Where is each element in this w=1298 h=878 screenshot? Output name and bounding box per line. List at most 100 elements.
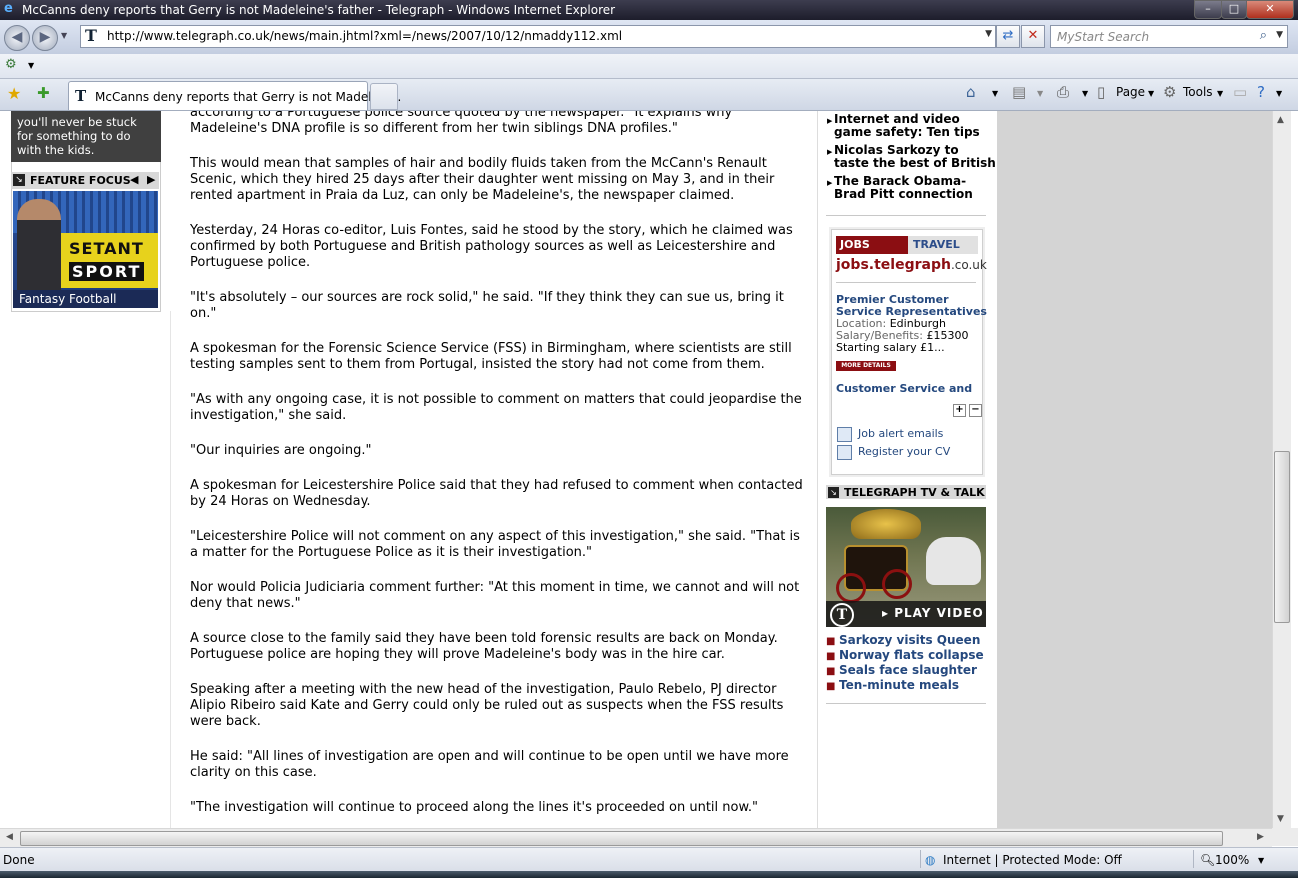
bullet-icon: ▶ bbox=[827, 117, 833, 125]
expand-button[interactable]: + bbox=[953, 404, 966, 417]
feeds-dropdown-icon[interactable]: ▼ bbox=[1037, 89, 1043, 98]
history-dropdown-icon[interactable]: ▼ bbox=[61, 31, 67, 40]
zoom-level[interactable]: 100% bbox=[1215, 853, 1249, 867]
security-zone[interactable]: Internet | Protected Mode: Off bbox=[943, 853, 1122, 867]
video-link-label[interactable]: Norway flats collapse bbox=[839, 648, 984, 662]
search-input[interactable]: MyStart Search bbox=[1057, 30, 1149, 44]
addon-dropdown-icon[interactable]: ▼ bbox=[28, 61, 34, 70]
article-paragraph: He said: "All lines of investigation are… bbox=[190, 749, 789, 780]
jobs-widget: JOBS TRAVEL jobs.telegraph.co.uk Premier… bbox=[831, 229, 987, 475]
horizontal-scroll-thumb[interactable] bbox=[20, 831, 1223, 846]
tools-menu[interactable]: Tools bbox=[1183, 85, 1213, 99]
column-divider bbox=[170, 311, 171, 828]
scroll-down-icon[interactable]: ▼ bbox=[1277, 814, 1284, 824]
status-bar: Done ◍ Internet | Protected Mode: Off 🔍︎… bbox=[0, 847, 1298, 872]
tab-active[interactable]: T McCanns deny reports that Gerry is not… bbox=[68, 81, 401, 110]
back-button[interactable]: ◀ bbox=[4, 25, 30, 51]
video-link-label[interactable]: Ten-minute meals bbox=[839, 678, 959, 692]
headline-line[interactable]: game safety: Ten tips bbox=[834, 126, 980, 139]
bullet-icon: ▶ bbox=[827, 179, 833, 187]
brand-text-2: SPORT bbox=[69, 262, 145, 281]
video-link-label[interactable]: Sarkozy visits Queen bbox=[839, 633, 980, 647]
telegraph-tv-header: ↘ TELEGRAPH TV & TALK bbox=[826, 485, 986, 499]
help-icon[interactable]: ? bbox=[1257, 83, 1265, 101]
feeds-icon[interactable]: ▤ bbox=[1012, 83, 1026, 101]
play-video-button[interactable]: ▸ PLAY VIDEO bbox=[882, 606, 984, 620]
headline-line[interactable]: Brad Pitt connection bbox=[834, 188, 973, 201]
print-icon[interactable]: ⎙ bbox=[1057, 83, 1069, 101]
article-paragraph: A spokesman for the Forensic Science Ser… bbox=[190, 341, 792, 372]
links-bar: ⚙ ▼ bbox=[0, 54, 1298, 79]
add-favorites-icon[interactable]: ✚ bbox=[37, 84, 50, 102]
tab-jobs-label[interactable]: JOBS bbox=[836, 238, 870, 251]
stop-button[interactable]: ✕ bbox=[1021, 25, 1045, 48]
job-alert-link[interactable]: Job alert emails bbox=[858, 427, 943, 440]
feature-focus-title: FEATURE FOCUS bbox=[30, 174, 131, 187]
crown-shape bbox=[851, 509, 921, 539]
promo-line: with the kids. bbox=[17, 143, 95, 157]
scroll-up-icon[interactable]: ▲ bbox=[1277, 115, 1284, 125]
feeds-addon-icon[interactable]: ⚙ bbox=[5, 57, 17, 72]
tab-travel-label[interactable]: TRAVEL bbox=[908, 238, 960, 251]
new-tab-button[interactable] bbox=[370, 83, 398, 110]
close-window-button[interactable]: ✕ bbox=[1246, 0, 1294, 19]
headline-link[interactable]: ▶ Nicolas Sarkozy to taste the best of B… bbox=[826, 144, 996, 172]
search-box[interactable]: MyStart Search ⌕ ▼ bbox=[1050, 25, 1288, 48]
page-icon[interactable]: ▯ bbox=[1097, 83, 1105, 101]
video-camera-icon: ■ bbox=[826, 636, 836, 647]
horizontal-scrollbar[interactable]: ◀ ▶ bbox=[0, 828, 1272, 847]
feature-caption[interactable]: Fantasy Football bbox=[19, 290, 117, 308]
feature-focus-header: ↘ FEATURE FOCUS ◀ ▶ bbox=[11, 172, 159, 189]
scroll-left-icon[interactable]: ◀ bbox=[6, 832, 13, 842]
tab-travel[interactable]: TRAVEL bbox=[908, 236, 978, 254]
forward-button[interactable]: ▶ bbox=[32, 25, 58, 51]
document-icon bbox=[837, 445, 852, 460]
fantasy-football-image[interactable]: SETANT SPORT Fantasy Football bbox=[13, 191, 158, 308]
video-link-label[interactable]: Seals face slaughter bbox=[839, 663, 977, 677]
headline-line[interactable]: taste the best of British bbox=[834, 157, 996, 170]
wheel-shape bbox=[882, 569, 912, 599]
maximize-button[interactable]: □ bbox=[1221, 0, 1247, 19]
headline-link[interactable]: ▶ The Barack Obama- Brad Pitt connection bbox=[826, 175, 988, 203]
promo-line: you'll never be stuck bbox=[17, 115, 137, 129]
favorites-star-icon[interactable]: ★ bbox=[7, 84, 21, 103]
jobs-logo[interactable]: jobs.telegraph.co.uk bbox=[836, 257, 987, 273]
tab-jobs[interactable]: JOBS bbox=[836, 236, 908, 254]
video-thumbnail[interactable]: T ▸ PLAY VIDEO bbox=[826, 507, 986, 627]
scroll-right-icon[interactable]: ▶ bbox=[1257, 832, 1264, 842]
section-arrow-icon: ↘ bbox=[13, 174, 25, 186]
help-dropdown-icon[interactable]: ▼ bbox=[1276, 89, 1282, 98]
page-margin bbox=[997, 111, 1272, 828]
taskbar bbox=[0, 871, 1298, 878]
refresh-button[interactable]: ⇄ bbox=[996, 25, 1020, 48]
address-bar[interactable]: T http://www.telegraph.co.uk/news/main.j… bbox=[80, 25, 996, 48]
more-details-button[interactable]: MORE DETAILS bbox=[836, 361, 896, 371]
print-dropdown-icon[interactable]: ▼ bbox=[1082, 89, 1088, 98]
ie-logo-icon: e bbox=[4, 1, 13, 16]
headline-link[interactable]: ▶ Internet and video game safety: Ten ti… bbox=[826, 113, 988, 141]
bullet-icon: ▶ bbox=[827, 148, 833, 156]
next-arrow-icon[interactable]: ▶ bbox=[147, 173, 155, 186]
home-dropdown-icon[interactable]: ▼ bbox=[992, 89, 998, 98]
vertical-scrollbar[interactable]: ▲ ▼ bbox=[1272, 111, 1291, 828]
article-paragraph: "As with any ongoing case, it is not pos… bbox=[190, 392, 802, 423]
minimize-button[interactable]: – bbox=[1194, 0, 1222, 19]
page-menu[interactable]: Page bbox=[1116, 85, 1145, 99]
search-options-icon[interactable]: ▼ bbox=[1276, 30, 1283, 40]
promo-banner[interactable]: you'll never be stuck for something to d… bbox=[11, 111, 161, 162]
tools-dropdown-icon[interactable]: ▼ bbox=[1217, 89, 1223, 98]
register-cv-link[interactable]: Register your CV bbox=[858, 445, 950, 458]
zoom-dropdown-icon[interactable]: ▼ bbox=[1258, 856, 1264, 865]
tab-label[interactable]: McCanns deny reports that Gerry is not M… bbox=[95, 90, 401, 104]
vertical-scroll-thumb[interactable] bbox=[1274, 451, 1290, 623]
job-title-link[interactable]: Customer Service and bbox=[836, 383, 972, 395]
address-dropdown-icon[interactable]: ▼ bbox=[985, 29, 992, 39]
research-icon[interactable]: ▭ bbox=[1233, 83, 1247, 101]
search-icon[interactable]: ⌕ bbox=[1260, 28, 1267, 43]
prev-arrow-icon[interactable]: ◀ bbox=[130, 173, 138, 186]
address-url[interactable]: http://www.telegraph.co.uk/news/main.jht… bbox=[107, 29, 622, 43]
home-icon[interactable]: ⌂ bbox=[966, 83, 976, 101]
collapse-button[interactable]: − bbox=[969, 404, 982, 417]
page-dropdown-icon[interactable]: ▼ bbox=[1148, 89, 1154, 98]
gear-icon[interactable]: ⚙ bbox=[1163, 83, 1176, 101]
